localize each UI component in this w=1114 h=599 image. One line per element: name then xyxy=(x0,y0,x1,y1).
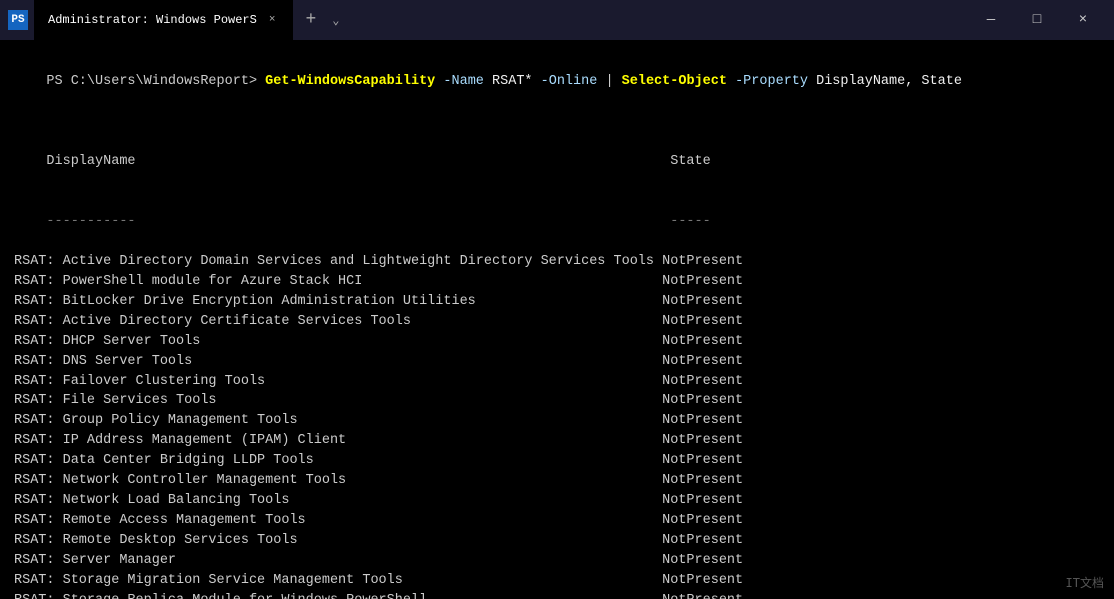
row-displayname: RSAT: Storage Migration Service Manageme… xyxy=(14,573,403,588)
row-displayname: RSAT: Failover Clustering Tools xyxy=(14,374,265,389)
row-state: NotPresent xyxy=(662,473,743,488)
row-displayname: RSAT: DNS Server Tools xyxy=(14,354,192,369)
header-state: State xyxy=(670,154,711,169)
row-state: NotPresent xyxy=(662,274,743,289)
row-displayname: RSAT: Remote Desktop Services Tools xyxy=(14,533,298,548)
row-displayname: RSAT: IP Address Management (IPAM) Clien… xyxy=(14,433,346,448)
minimize-button[interactable]: — xyxy=(968,0,1014,40)
add-tab-button[interactable]: + xyxy=(299,10,322,30)
row-displayname: RSAT: Server Manager xyxy=(14,553,176,568)
command-line: PS C:\Users\WindowsReport> Get-WindowsCa… xyxy=(14,52,1100,112)
table-row: RSAT: Storage Replica Module for Windows… xyxy=(14,591,1100,599)
row-state: NotPresent xyxy=(662,533,743,548)
prompt: PS C:\Users\WindowsReport> xyxy=(46,74,265,89)
row-displayname: RSAT: File Services Tools xyxy=(14,393,217,408)
row-state: NotPresent xyxy=(662,314,743,329)
table-row: RSAT: Data Center Bridging LLDP Tools No… xyxy=(14,451,1100,471)
row-state: NotPresent xyxy=(662,374,743,389)
row-state: NotPresent xyxy=(662,294,743,309)
row-displayname: RSAT: Remote Access Management Tools xyxy=(14,513,306,528)
row-state: NotPresent xyxy=(662,513,743,528)
row-state: NotPresent xyxy=(662,453,743,468)
row-displayname: RSAT: Group Policy Management Tools xyxy=(14,413,298,428)
cmd-select: Select-Object xyxy=(622,74,727,89)
row-displayname: RSAT: Data Center Bridging LLDP Tools xyxy=(14,453,314,468)
table-row: RSAT: Remote Desktop Services Tools NotP… xyxy=(14,531,1100,551)
table-row: RSAT: Remote Access Management Tools Not… xyxy=(14,511,1100,531)
row-displayname: RSAT: Network Load Balancing Tools xyxy=(14,493,289,508)
data-rows: RSAT: Active Directory Domain Services a… xyxy=(14,252,1100,599)
cmd-get: Get-WindowsCapability xyxy=(265,74,435,89)
maximize-button[interactable]: □ xyxy=(1014,0,1060,40)
title-bar: PS Administrator: Windows PowerS × + ⌄ —… xyxy=(0,0,1114,40)
row-state: NotPresent xyxy=(662,433,743,448)
tab-close-button[interactable]: × xyxy=(265,12,280,28)
table-row: RSAT: Active Directory Certificate Servi… xyxy=(14,312,1100,332)
row-displayname: RSAT: Active Directory Certificate Servi… xyxy=(14,314,411,329)
powershell-icon: PS xyxy=(8,10,28,30)
table-row: RSAT: Network Controller Management Tool… xyxy=(14,471,1100,491)
cmd-property-param: -Property xyxy=(727,74,816,89)
tab-dropdown-button[interactable]: ⌄ xyxy=(328,13,343,28)
close-button[interactable]: × xyxy=(1060,0,1106,40)
row-displayname: RSAT: DHCP Server Tools xyxy=(14,334,200,349)
row-displayname: RSAT: BitLocker Drive Encryption Adminis… xyxy=(14,294,476,309)
table-row: RSAT: File Services Tools NotPresent xyxy=(14,391,1100,411)
row-displayname: RSAT: Network Controller Management Tool… xyxy=(14,473,346,488)
title-bar-left: PS Administrator: Windows PowerS × + ⌄ xyxy=(8,0,344,40)
row-state: NotPresent xyxy=(662,354,743,369)
table-row: RSAT: Active Directory Domain Services a… xyxy=(14,252,1100,272)
row-state: NotPresent xyxy=(662,553,743,568)
table-row: RSAT: BitLocker Drive Encryption Adminis… xyxy=(14,292,1100,312)
cmd-property-val: DisplayName, State xyxy=(816,74,962,89)
row-state: NotPresent xyxy=(662,254,743,269)
terminal-output: PS C:\Users\WindowsReport> Get-WindowsCa… xyxy=(0,40,1114,599)
table-row: RSAT: DNS Server Tools NotPresent xyxy=(14,352,1100,372)
row-state: NotPresent xyxy=(662,573,743,588)
cmd-name-param: -Name xyxy=(435,74,492,89)
table-row: RSAT: Storage Migration Service Manageme… xyxy=(14,571,1100,591)
table-row: RSAT: IP Address Management (IPAM) Clien… xyxy=(14,431,1100,451)
tab-label: Administrator: Windows PowerS xyxy=(48,13,257,27)
blank-line-1 xyxy=(14,112,1100,132)
table-row: RSAT: Network Load Balancing Tools NotPr… xyxy=(14,491,1100,511)
row-state: NotPresent xyxy=(662,493,743,508)
row-state: NotPresent xyxy=(662,413,743,428)
row-state: NotPresent xyxy=(662,593,743,599)
row-displayname: RSAT: Active Directory Domain Services a… xyxy=(14,254,654,269)
column-separator: ----------- ----- xyxy=(14,192,1100,252)
table-row: RSAT: Server Manager NotPresent xyxy=(14,551,1100,571)
pipe-char: | xyxy=(605,74,621,89)
cmd-online-param: -Online xyxy=(533,74,606,89)
table-row: RSAT: PowerShell module for Azure Stack … xyxy=(14,272,1100,292)
row-state: NotPresent xyxy=(662,334,743,349)
active-tab[interactable]: Administrator: Windows PowerS × xyxy=(34,0,293,40)
header-displayname: DisplayName xyxy=(46,154,135,169)
row-state: NotPresent xyxy=(662,393,743,408)
window-controls: — □ × xyxy=(968,0,1106,40)
table-row: RSAT: Group Policy Management Tools NotP… xyxy=(14,411,1100,431)
row-displayname: RSAT: Storage Replica Module for Windows… xyxy=(14,593,427,599)
column-headers: DisplayName State xyxy=(14,132,1100,192)
table-row: RSAT: Failover Clustering Tools NotPrese… xyxy=(14,372,1100,392)
table-row: RSAT: DHCP Server Tools NotPresent xyxy=(14,332,1100,352)
row-displayname: RSAT: PowerShell module for Azure Stack … xyxy=(14,274,362,289)
cmd-name-val: RSAT* xyxy=(492,74,533,89)
watermark: IT文档 xyxy=(1066,574,1104,591)
